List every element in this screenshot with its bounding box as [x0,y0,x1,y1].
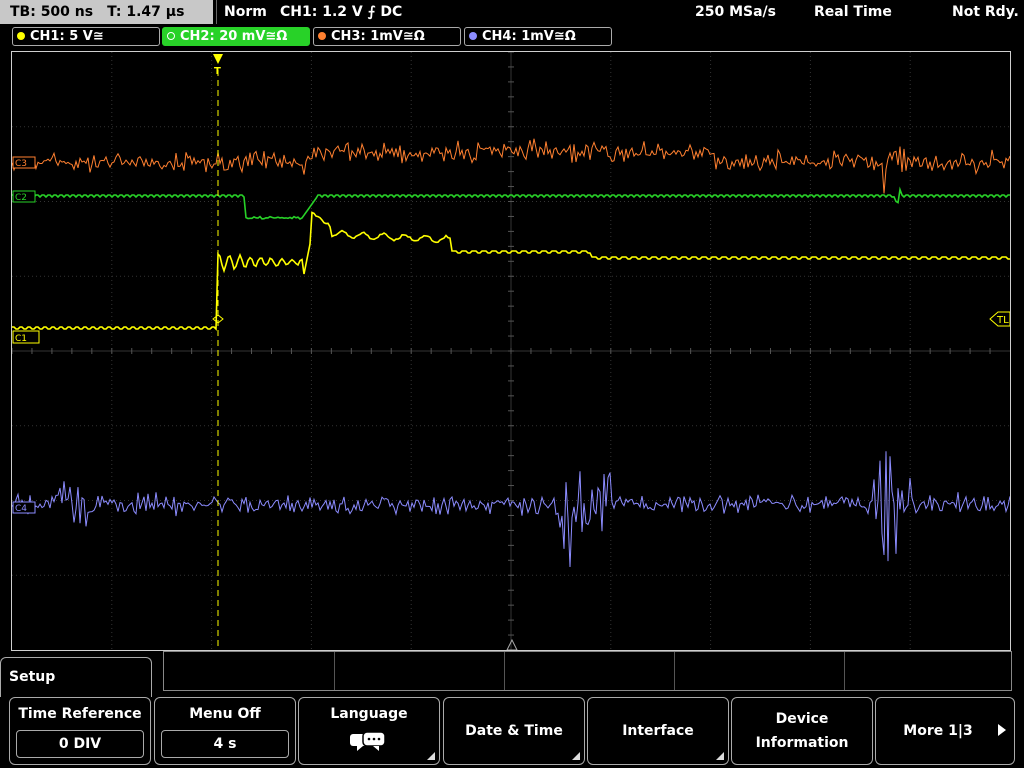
tab-ch2[interactable]: CH2: 20 mV≅Ω [162,27,310,46]
ch2-tab-label: CH2: 20 mV≅Ω [180,29,288,44]
submenu-indicator-icon [427,752,435,760]
submenu-indicator-icon [572,752,580,760]
date-time-softkey[interactable]: Date & Time [443,697,585,765]
device-information-label: Device Information [755,711,849,751]
strip-cell [334,652,505,690]
trigger-position-marker[interactable]: T [213,54,223,77]
trigger-status: Not Rdy. [952,4,1019,20]
submenu-indicator-icon [716,752,724,760]
strip-cell [674,652,845,690]
time-reference-label: Time Reference [18,706,142,722]
ch2-color-dot [167,31,175,40]
menu-title: Setup [0,657,152,697]
waveform-canvas: T TL C3 C2 C1 C4 [12,52,1010,650]
time-reference-value: 0 DIV [16,730,144,758]
ch4-marker-label: C4 [15,504,27,514]
more-label: More 1|3 [903,723,973,739]
tab-ch3[interactable]: CH3: 1mV≅Ω [313,27,461,46]
trigger-level-label: TL [996,315,1009,326]
speech-bubble-icon [350,731,386,751]
ch1-marker-label: C1 [15,334,27,344]
waveform-display[interactable]: T TL C3 C2 C1 C4 [11,51,1011,651]
ch1-color-dot [17,31,25,40]
ch3-tab-label: CH3: 1mV≅Ω [331,29,425,44]
acquisition-mode: Real Time [814,4,892,20]
strip-cell [164,652,335,690]
ch2-marker-label: C2 [15,193,27,203]
timebase-box[interactable]: TB: 500 ns T: 1.47 µs [0,0,213,24]
trigger-level-marker[interactable]: TL [989,311,1010,327]
device-information-softkey[interactable]: Device Information [731,697,873,765]
graticule [12,52,1010,650]
time-reference-softkey[interactable]: Time Reference 0 DIV [9,697,151,765]
separator [216,0,217,24]
tab-ch1[interactable]: CH1: 5 V≅ [12,27,160,46]
sample-rate: 250 MSa/s [695,4,777,20]
language-label: Language [330,706,408,722]
info-strip [163,651,1012,691]
menu-off-value: 4 s [161,730,289,758]
ch2-offset-marker[interactable]: C2 [12,190,36,203]
trigger-position-label: T [214,66,221,77]
interface-label: Interface [622,723,694,739]
menu-off-label: Menu Off [189,706,261,722]
ch4-offset-marker[interactable]: C4 [12,501,36,514]
more-softkey[interactable]: More 1|3 [875,697,1015,765]
center-marker [506,638,518,650]
language-softkey[interactable]: Language [298,697,440,765]
next-page-arrow-icon [998,724,1006,736]
strip-cell [504,652,675,690]
trigger-source[interactable]: CH1: 1.2 V ⨍ DC [280,0,402,24]
trigger-mode[interactable]: Norm [224,0,267,24]
ch1-tab-label: CH1: 5 V≅ [30,29,104,44]
ch4-color-dot [469,31,477,40]
date-time-label: Date & Time [465,723,563,739]
ch3-offset-marker[interactable]: C3 [12,156,36,169]
timebase-value: TB: 500 ns [10,4,94,20]
ch3-marker-label: C3 [15,159,27,169]
menu-off-softkey[interactable]: Menu Off 4 s [154,697,296,765]
ch1-offset-marker[interactable]: C1 [12,330,40,344]
trigger-time-value: T: 1.47 µs [107,4,185,20]
status-bar: TB: 500 ns T: 1.47 µs Norm CH1: 1.2 V ⨍ D… [0,0,1024,26]
interface-softkey[interactable]: Interface [587,697,729,765]
tab-ch4[interactable]: CH4: 1mV≅Ω [464,27,612,46]
ch4-tab-label: CH4: 1mV≅Ω [482,29,576,44]
ch3-color-dot [318,31,326,40]
